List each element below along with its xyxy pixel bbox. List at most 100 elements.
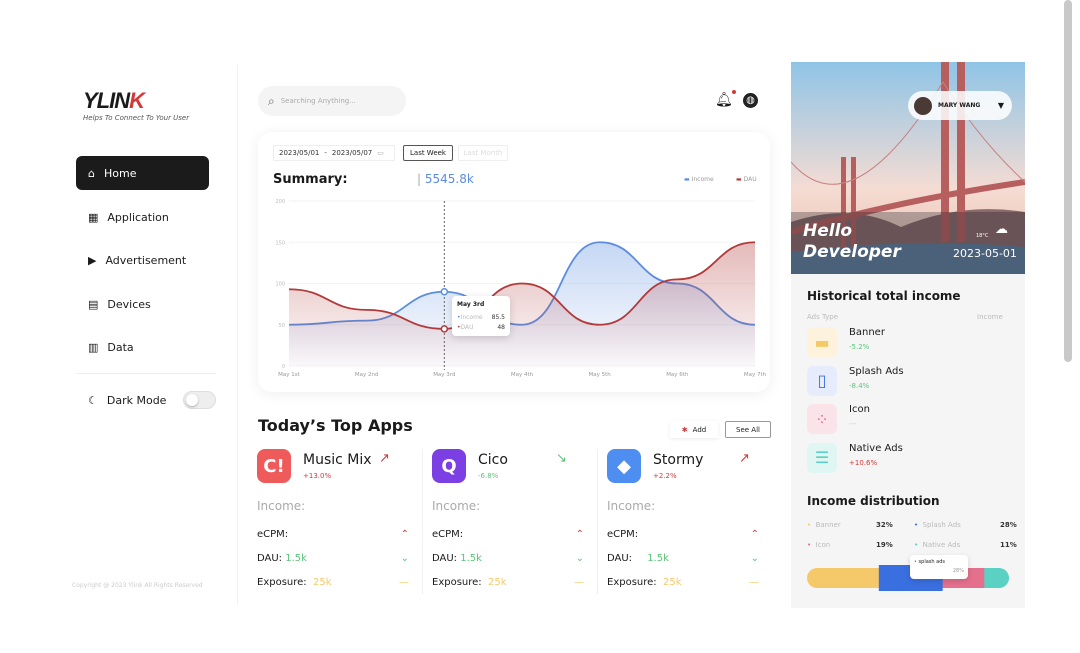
app-name: Cico <box>478 452 508 468</box>
hero-date: 2023-05-01 <box>953 247 1017 260</box>
app-icon: C! <box>257 449 291 483</box>
distribution-segment[interactable] <box>807 568 880 588</box>
chart-tooltip: May 3rd • Income 85.5 • DAU 48 <box>452 296 510 336</box>
app-change: +2.2% <box>653 472 677 480</box>
divider <box>422 449 423 594</box>
app-change: -6.8% <box>478 472 499 480</box>
ads-type-item[interactable]: ▬ Banner -5.2% <box>807 327 1007 363</box>
distribution-legend-item: • Native Ads <box>914 541 961 549</box>
trend-up-icon: ↗ <box>379 451 390 466</box>
col-income: Income <box>977 313 1003 321</box>
y-tick-label: 200 <box>275 199 285 205</box>
trend-up-icon: ↗ <box>739 451 750 466</box>
add-button[interactable]: ✱ Add <box>670 421 718 438</box>
app-card[interactable]: ◆ Stormy ↗ +2.2% Income: eCPM: ⌃ DAU: 1.5… <box>607 449 767 599</box>
chevron-down-icon: ⌄ <box>575 553 584 564</box>
ads-change: -8.4% <box>849 381 870 390</box>
income-label: Income: <box>607 499 656 513</box>
y-tick-label: 100 <box>275 282 285 288</box>
tooltip-dau: 48 <box>497 324 505 331</box>
tooltip-date: May 3rd <box>457 301 485 308</box>
app-name: Stormy <box>653 452 704 468</box>
dash-icon: — <box>749 577 759 588</box>
native-ads-icon: ☰ <box>807 442 837 473</box>
avatar <box>914 96 932 115</box>
distribution-segment[interactable] <box>984 568 1009 588</box>
distribution-bar <box>807 565 1009 591</box>
splash-ads-icon: ▯ <box>807 365 837 396</box>
distribution-pct: 11% <box>1000 541 1017 549</box>
x-tick-label: May 5th <box>589 372 612 378</box>
x-tick-label: May 6th <box>666 372 689 378</box>
distribution-pct: 32% <box>876 521 893 529</box>
plus-icon: ✱ <box>681 425 688 434</box>
tooltip-income: 85.5 <box>491 314 505 321</box>
x-tick-label: May 2nd <box>355 372 379 378</box>
app-name: Music Mix <box>303 452 372 468</box>
user-name: MARY WANG <box>938 102 981 109</box>
tooltip-label: Income <box>460 314 483 321</box>
exposure-row: Exposure: 25k — <box>432 577 584 588</box>
ads-type-item[interactable]: ⁘ Icon --- <box>807 404 1007 440</box>
income-label: Income: <box>432 499 481 513</box>
banner-icon: ▬ <box>807 327 837 357</box>
income-label: Income: <box>257 499 306 513</box>
trend-down-icon: ↘ <box>556 451 567 466</box>
history-title: Historical total income <box>807 289 961 303</box>
y-tick-label: 0 <box>282 364 285 370</box>
distribution-pct: 28% <box>1000 521 1017 529</box>
chevron-up-icon: ⌃ <box>750 529 759 540</box>
ecpm-row: eCPM: ⌃ <box>432 529 584 540</box>
ads-type-item[interactable]: ☰ Native Ads +10.6% <box>807 442 1007 479</box>
label: Add <box>692 425 707 434</box>
chevron-up-icon: ⌃ <box>575 529 584 540</box>
exposure-row: Exposure: 25k — <box>607 577 759 588</box>
dau-row: DAU: 1.5k ⌄ <box>257 553 409 564</box>
distribution-pct: 19% <box>876 541 893 549</box>
ads-name: Icon <box>849 404 870 415</box>
see-all-button[interactable]: See All <box>725 421 771 438</box>
dash-icon: — <box>574 577 584 588</box>
hover-point <box>440 288 449 296</box>
series-area <box>289 242 755 366</box>
app-icon: Q <box>432 449 466 483</box>
icon-icon: ⁘ <box>807 404 837 434</box>
app-card[interactable]: C! Music Mix ↗ +13.0% Income: eCPM: ⌃ DAU… <box>257 449 417 599</box>
chevron-up-icon: ⌃ <box>400 529 409 540</box>
distribution-legend-item: • Banner <box>807 521 841 529</box>
chevron-down-icon: ⌄ <box>400 553 409 564</box>
distribution-title: Income distribution <box>807 494 940 508</box>
dau-row: DAU: 1.5k ⌄ <box>607 553 759 564</box>
y-tick-label: 50 <box>279 323 285 329</box>
x-tick-label: May 7th <box>744 372 767 378</box>
distribution-tooltip: • splash ads 28% <box>910 555 968 579</box>
user-menu[interactable]: MARY WANG ▼ <box>908 91 1012 120</box>
tooltip-label: DAU <box>460 324 474 331</box>
ecpm-row: eCPM: ⌃ <box>607 529 759 540</box>
x-tick-label: May 3rd <box>433 372 455 378</box>
dau-row: DAU: 1.5k ⌄ <box>432 553 584 564</box>
dash-icon: — <box>399 577 409 588</box>
ads-change: --- <box>849 420 857 428</box>
x-tick-label: May 4th <box>511 372 534 378</box>
ads-change: -5.2% <box>849 343 870 351</box>
ads-name: Native Ads <box>849 442 903 454</box>
x-tick-label: May 1st <box>278 372 300 378</box>
exposure-row: Exposure: 25k — <box>257 577 409 588</box>
y-tick-label: 150 <box>275 240 285 246</box>
ecpm-row: eCPM: ⌃ <box>257 529 409 540</box>
chevron-down-icon: ⌄ <box>750 553 759 564</box>
temperature: 18°C <box>976 233 989 239</box>
ads-name: Splash Ads <box>849 365 904 377</box>
divider <box>597 449 598 594</box>
top-apps-title: Today’s Top Apps <box>258 416 413 435</box>
scrollbar[interactable] <box>1064 0 1072 362</box>
app-card[interactable]: Q Cico ↘ -6.8% Income: eCPM: ⌃ DAU: 1.5k ⌄… <box>432 449 592 599</box>
distribution-legend-item: • Splash Ads <box>914 521 961 529</box>
distribution-legend-item: • Icon <box>807 541 831 549</box>
app-change: +13.0% <box>303 472 332 480</box>
app-icon: ◆ <box>607 449 641 483</box>
ads-type-item[interactable]: ▯ Splash Ads -8.4% <box>807 365 1007 402</box>
greeting: Hello Developer <box>803 221 901 262</box>
weather-icon: ☁ <box>995 222 1008 237</box>
